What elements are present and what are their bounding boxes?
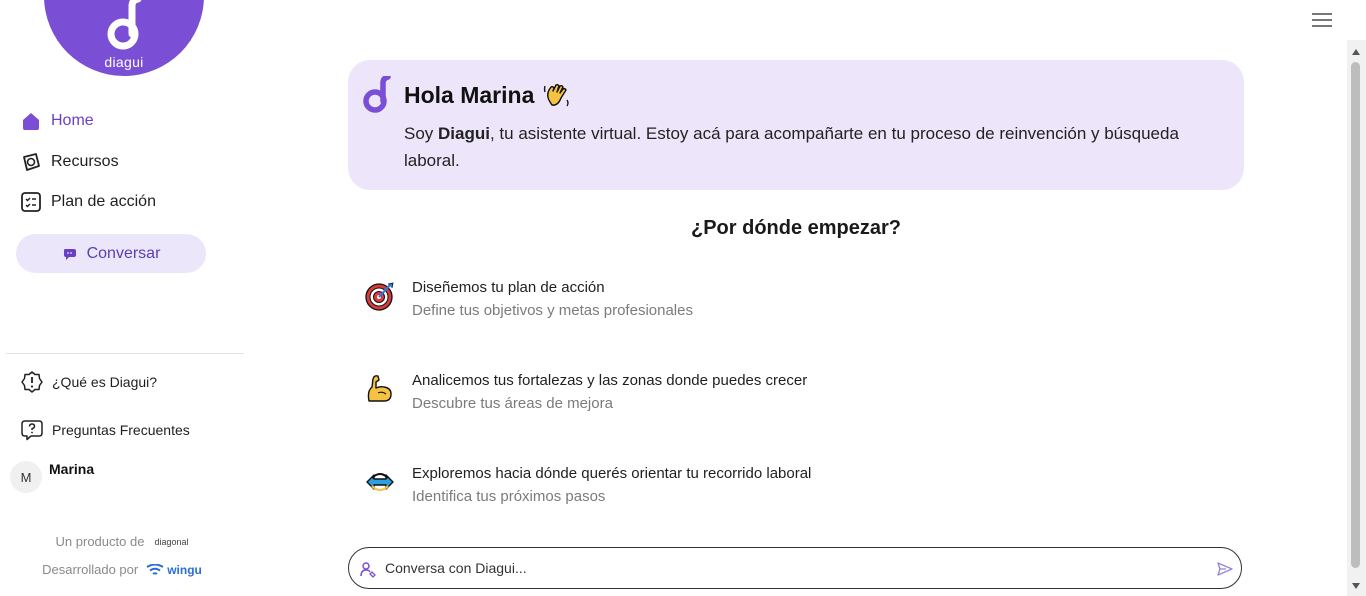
help-item-label: Preguntas Frecuentes [52,422,190,438]
user-profile[interactable]: M Marina [10,458,240,500]
sidebar: diagui Home Recursos Plan de acción Conv… [0,0,244,596]
option-title: Analicemos tus fortalezas y las zonas do… [412,372,808,389]
sidebar-item-label: Plan de acción [51,193,156,210]
option-recorrido-laboral[interactable]: Exploremos hacia dónde querés orientar t… [364,465,1064,513]
credit-developer: Desarrollado por wingu [0,562,244,577]
resources-icon [20,151,42,173]
checklist-icon [20,191,42,213]
home-icon [20,110,42,132]
chat-input[interactable] [385,557,1205,579]
option-title: Diseñemos tu plan de acción [412,279,605,296]
diagui-logo-icon [363,76,391,113]
chat-bubbles-icon [62,246,78,262]
target-icon [365,282,394,311]
option-subtitle: Define tus objetivos y metas profesional… [412,302,693,319]
sidebar-item-home[interactable]: Home [20,106,94,136]
credit-product: Un producto de diagonal [0,534,244,549]
link-preguntas-frecuentes[interactable]: Preguntas Frecuentes [20,417,190,443]
page-scrollbar[interactable] [1347,40,1366,596]
waving-hand-icon [544,83,570,107]
sidebar-divider [6,353,244,354]
wingu-label: wingu [167,562,202,577]
menu-icon[interactable] [1312,13,1332,27]
credit-dev-prefix: Desarrollado por [42,562,139,577]
info-badge-icon [20,370,44,394]
sidebar-item-recursos[interactable]: Recursos [20,147,119,177]
user-name: Marina [49,461,95,477]
assistant-chat-icon [360,562,376,578]
greeting-message: Soy Diagui, tu asistente virtual. Estoy … [404,120,1204,174]
wingu-logo[interactable]: wingu [146,563,202,577]
avatar: M [10,461,42,493]
sidebar-item-plan[interactable]: Plan de acción [20,187,156,217]
diagonal-logo[interactable]: diagonal [154,537,188,547]
scroll-down-icon[interactable] [1352,583,1360,589]
chat-bar [348,547,1242,589]
scroll-up-icon[interactable] [1352,49,1360,55]
greeting-title-text: Hola Marina [404,81,535,108]
link-que-es-diagui[interactable]: ¿Qué es Diagui? [20,369,157,395]
option-title: Exploremos hacia dónde querés orientar t… [412,465,812,482]
sidebar-item-label: Home [51,112,94,129]
question-bubble-icon [20,418,44,442]
option-subtitle: Identifica tus próximos pasos [412,488,606,505]
conversar-label: Conversar [86,244,161,262]
brand-logo[interactable]: diagui [44,0,204,76]
greeting-title: Hola Marina [404,80,572,110]
greeting-card: Hola Marina Soy Diagui, tu asistente vir… [348,60,1244,190]
wingu-wifi-icon [146,563,164,575]
brand-name: diagui [104,54,144,70]
conversar-button[interactable]: Conversar [16,234,206,273]
greeting-pre: Soy [404,124,439,143]
credit-product-prefix: Un producto de [55,534,145,549]
help-item-label: ¿Qué es Diagui? [52,374,158,390]
send-icon[interactable] [1216,560,1234,578]
greeting-assistant-name: Diagui [438,124,490,143]
diagui-logo-icon [107,0,142,50]
start-title: ¿Por dónde empezar? [690,217,902,239]
greeting-post: , tu asistente virtual. Estoy acá para a… [404,124,1179,170]
option-plan-de-accion[interactable]: Diseñemos tu plan de acción Define tus o… [364,279,1064,327]
direction-arrows-icon [366,473,394,492]
flexed-arm-icon [367,375,392,402]
scroll-thumb[interactable] [1351,62,1360,568]
option-fortalezas[interactable]: Analicemos tus fortalezas y las zonas do… [364,372,1064,420]
sidebar-item-label: Recursos [51,153,119,170]
option-subtitle: Descubre tus áreas de mejora [412,395,613,412]
